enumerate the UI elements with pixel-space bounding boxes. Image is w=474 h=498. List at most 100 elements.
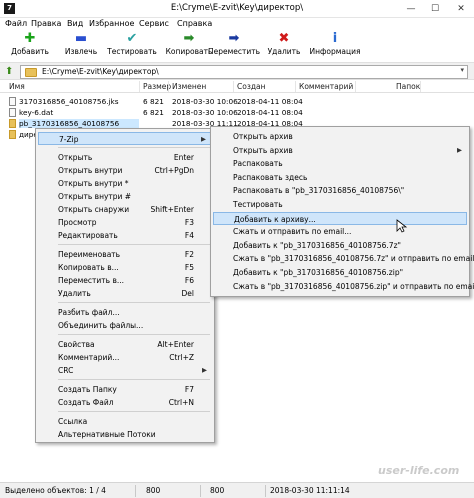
- watermark: user-life.com: [378, 464, 460, 477]
- submenu-item-10[interactable]: Добавить к "pb_3170316856_40108756.zip": [213, 266, 467, 279]
- menu-item-shortcut: F4: [184, 231, 194, 240]
- address-bar: ⬆ E:\Cryme\E-zvit\Key\директор\ ▾: [0, 62, 474, 80]
- submenu-item-11[interactable]: Сжать в "pb_3170316856_40108756.zip" и о…: [213, 280, 474, 293]
- menu-item-label: Распаковать в "pb_3170316856_40108756\": [233, 186, 405, 196]
- menu-view[interactable]: Вид: [67, 19, 83, 28]
- menu-item-label: Открыть внутри #: [58, 192, 132, 201]
- context-menu-item-crc[interactable]: CRC ▶: [38, 364, 212, 377]
- menu-item-shortcut: F6: [184, 276, 194, 285]
- column-folders[interactable]: Папок: [396, 82, 420, 91]
- delete-icon: ✖: [278, 31, 290, 46]
- context-menu-item-удалить[interactable]: Удалить Del: [38, 287, 212, 300]
- address-field[interactable]: E:\Cryme\E-zvit\Key\директор\ ▾: [20, 65, 468, 79]
- menu-item-label: Сжать и отправить по email...: [233, 227, 352, 237]
- menu-item-label: Добавить к "pb_3170316856_40108756.7z": [233, 240, 401, 250]
- menu-item-label: Просмотр: [58, 218, 97, 227]
- menu-item-label: Создать Файл: [58, 398, 114, 407]
- context-menu-item-создать-папку[interactable]: Создать Папку F7: [38, 383, 212, 396]
- file-modified: 2018-03-30 10:06: [172, 97, 238, 106]
- submenu-item-4[interactable]: Распаковать в "pb_3170316856_40108756\": [213, 184, 467, 197]
- menu-item-label: Объединить файлы...: [58, 321, 144, 330]
- menu-item-label: Распаковать: [233, 159, 283, 169]
- column-separator: [168, 81, 169, 92]
- column-created[interactable]: Создан: [237, 82, 266, 91]
- context-menu-item-свойства[interactable]: Свойства Alt+Enter: [38, 338, 212, 351]
- status-separator: [200, 485, 201, 497]
- menu-item-label: Переименовать: [58, 250, 121, 259]
- chevron-right-icon: ▶: [202, 366, 207, 374]
- menu-item-shortcut: Shift+Enter: [150, 205, 194, 214]
- submenu-item-0[interactable]: Открыть архив: [213, 130, 467, 143]
- context-menu-item-переместить-в[interactable]: Переместить в... F6: [38, 274, 212, 287]
- menu-item-label: Сжать в "pb_3170316856_40108756.zip" и о…: [233, 281, 474, 291]
- status-selection: Выделено объектов: 1 / 4: [5, 486, 106, 495]
- context-menu-item-открыть-снаружи[interactable]: Открыть снаружи Shift+Enter: [38, 203, 212, 216]
- submenu-item-3[interactable]: Распаковать здесь: [213, 171, 467, 184]
- file-created: 2018-04-11 08:04: [237, 97, 303, 106]
- column-size[interactable]: Размер: [143, 82, 171, 91]
- menu-bar: Файл Правка Вид Избранное Сервис Справка: [0, 18, 474, 32]
- context-menu-item-просмотр[interactable]: Просмотр F3: [38, 216, 212, 229]
- menu-item-label: CRC: [58, 366, 74, 375]
- copy-icon: ➡: [183, 31, 195, 46]
- chevron-down-icon[interactable]: ▾: [460, 66, 464, 74]
- menu-item-label: Альтернативные Потоки: [58, 430, 156, 439]
- context-menu-item-объединить-файлы[interactable]: Объединить файлы...: [38, 319, 212, 332]
- info-icon: i: [332, 31, 338, 46]
- menu-item-label: Открыть: [58, 153, 93, 162]
- file-name: pb_3170316856_40108756: [19, 119, 139, 128]
- title-bar: 7 E:\Cryme\E-zvit\Key\директор\ — ☐ ✕: [0, 0, 474, 18]
- menu-separator: [58, 302, 210, 303]
- menu-tools[interactable]: Сервис: [139, 19, 169, 28]
- submenu-item-5[interactable]: Тестировать: [213, 198, 467, 211]
- context-menu-item-открыть-внутри[interactable]: Открыть внутри Ctrl+PgDn: [38, 164, 212, 177]
- context-menu-item-открыть[interactable]: Открыть Enter: [38, 151, 212, 164]
- minimize-button[interactable]: —: [400, 0, 422, 18]
- menu-separator: [58, 244, 210, 245]
- context-menu: 7-Zip ▶ Открыть Enter Открыть внутри Ctrl+PgD…: [35, 128, 215, 443]
- close-button[interactable]: ✕: [448, 0, 474, 18]
- menu-help[interactable]: Справка: [177, 19, 212, 28]
- submenu-item-1[interactable]: Открыть архив ▶: [213, 144, 467, 157]
- context-menu-item-разбить-файл[interactable]: Разбить файл...: [38, 306, 212, 319]
- context-menu-item-открыть-внутри[interactable]: Открыть внутри *: [38, 177, 212, 190]
- context-menu-item-альтернативные-потоки[interactable]: Альтернативные Потоки: [38, 428, 212, 441]
- submenu-item-9[interactable]: Сжать в "pb_3170316856_40108756.7z" и от…: [213, 252, 474, 265]
- column-name[interactable]: Имя: [9, 82, 25, 91]
- menu-file[interactable]: Файл: [5, 19, 27, 28]
- test-label: Тестировать: [107, 47, 157, 56]
- context-menu-item-комментарий[interactable]: Комментарий... Ctrl+Z: [38, 351, 212, 364]
- status-date: 2018-03-30 11:11:14: [270, 486, 350, 495]
- up-folder-icon[interactable]: ⬆: [5, 66, 13, 77]
- menu-item-label: Открыть внутри *: [58, 179, 129, 188]
- submenu-item-2[interactable]: Распаковать: [213, 157, 467, 170]
- toolbar: ✚ Добавить ▬ Извлечь ✔ Тестировать ➡ Коп…: [0, 32, 474, 62]
- info-button[interactable]: i Информация: [305, 32, 365, 62]
- menu-item-shortcut: Alt+Enter: [157, 340, 194, 349]
- context-menu-item-переименовать[interactable]: Переименовать F2: [38, 248, 212, 261]
- column-modified[interactable]: Изменен: [172, 82, 206, 91]
- submenu-item-8[interactable]: Добавить к "pb_3170316856_40108756.7z": [213, 239, 467, 252]
- menu-edit[interactable]: Правка: [31, 19, 61, 28]
- menu-item-shortcut: F7: [184, 385, 194, 394]
- context-menu-item-копировать-в[interactable]: Копировать в... F5: [38, 261, 212, 274]
- context-menu-item-7-zip[interactable]: 7-Zip ▶: [38, 132, 212, 145]
- menu-item-shortcut: F2: [184, 250, 194, 259]
- test-button[interactable]: ✔ Тестировать: [102, 32, 162, 62]
- menu-favorites[interactable]: Избранное: [89, 19, 134, 28]
- table-row[interactable]: 3170316856_40108756.jks 6 821 2018-03-30…: [0, 96, 474, 107]
- submenu-item-6[interactable]: Добавить к архиву...: [213, 211, 467, 225]
- menu-item-label: Добавить к "pb_3170316856_40108756.zip": [233, 268, 404, 277]
- chevron-right-icon: ▶: [201, 135, 206, 143]
- context-menu-item-ссылка[interactable]: Ссылка: [38, 415, 212, 428]
- context-menu-item-создать-файл[interactable]: Создать Файл Ctrl+N: [38, 396, 212, 409]
- folder-icon: [9, 119, 16, 128]
- context-menu-item-открыть-внутри[interactable]: Открыть внутри #: [38, 190, 212, 203]
- column-separator: [233, 81, 234, 92]
- column-comment[interactable]: Комментарий: [299, 82, 353, 91]
- submenu-item-7[interactable]: Сжать и отправить по email...: [213, 225, 467, 238]
- table-row[interactable]: key-6.dat 6 821 2018-03-30 10:06 2018-04…: [0, 107, 474, 118]
- status-bar: Выделено объектов: 1 / 4 800 800 2018-03…: [0, 482, 474, 498]
- maximize-button[interactable]: ☐: [424, 0, 446, 18]
- context-menu-item-редактировать[interactable]: Редактировать F4: [38, 229, 212, 242]
